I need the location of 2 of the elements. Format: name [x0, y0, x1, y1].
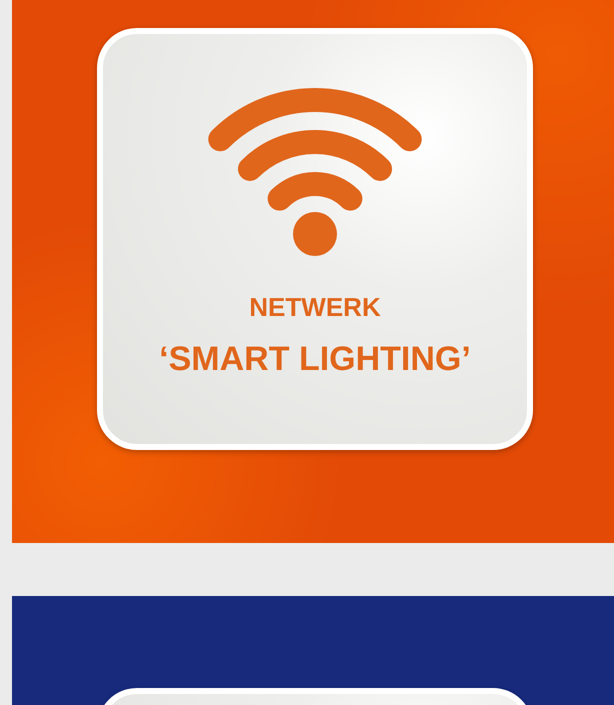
tile-heading: NETWERK [248, 294, 382, 320]
tile-title: ‘SMART LIGHTING’ [158, 342, 472, 376]
